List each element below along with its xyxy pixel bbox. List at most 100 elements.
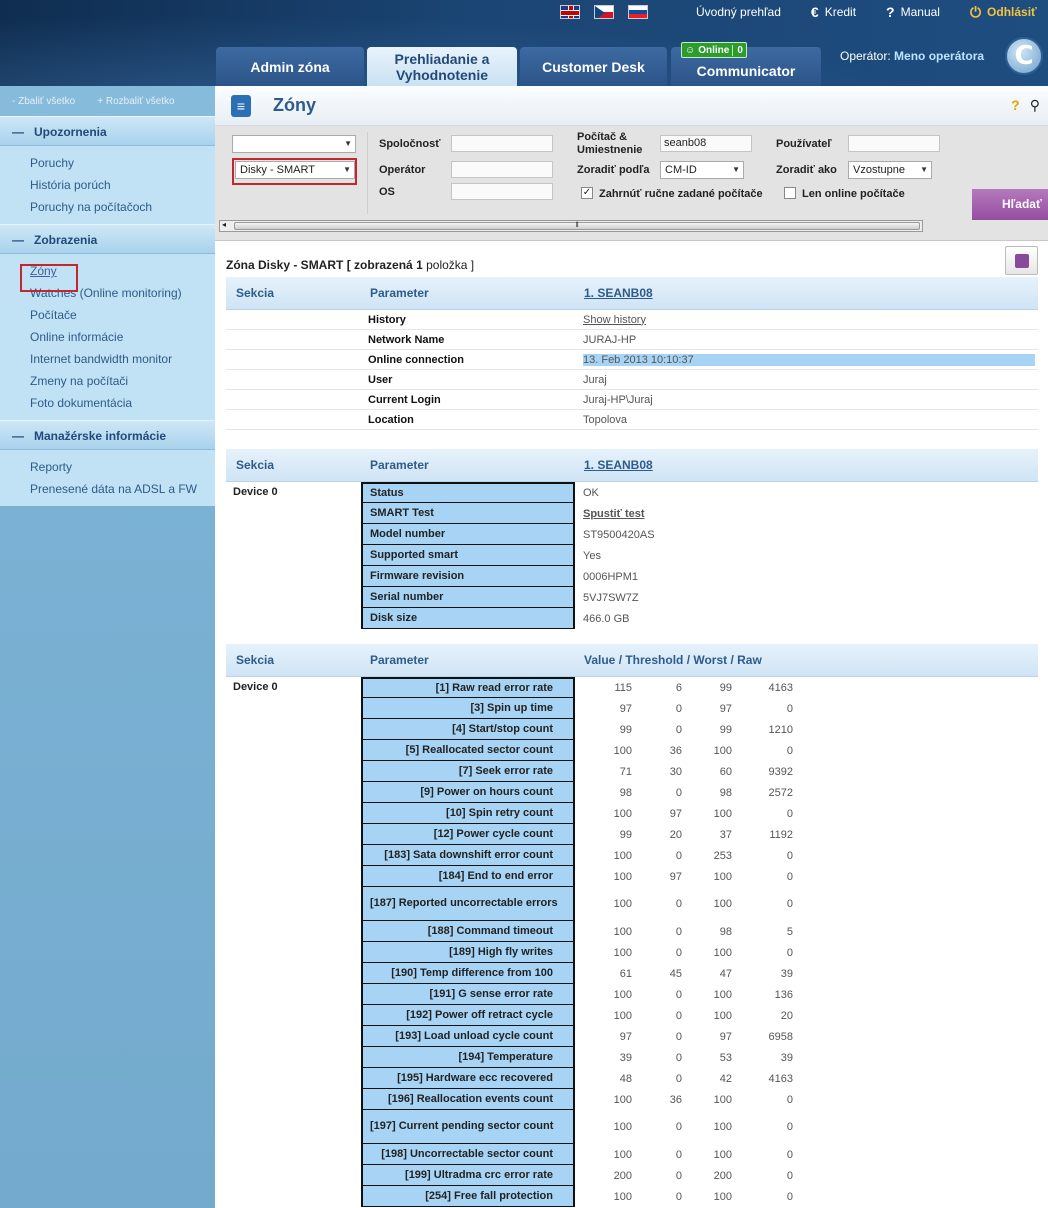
raw-cell: 6958 xyxy=(768,1030,793,1043)
header-computer[interactable]: 1. SEANB08 xyxy=(584,458,1038,472)
zone-group-select[interactable] xyxy=(232,135,356,153)
sort-by-select[interactable]: CM-ID xyxy=(660,161,744,179)
value-cell: 97 xyxy=(619,1030,632,1043)
worst-cell: 200 xyxy=(713,1169,732,1182)
uk-flag-icon[interactable] xyxy=(560,5,580,19)
section-cell xyxy=(226,1110,361,1114)
search-button[interactable]: Hľadať xyxy=(972,189,1048,220)
sidebar-item-reports[interactable]: Reporty xyxy=(0,456,215,478)
value-cell[interactable]: Show history xyxy=(583,314,1038,326)
section-views[interactable]: — Zobrazenia xyxy=(0,224,215,254)
sort-by-label: Zoradiť podľa xyxy=(577,164,650,176)
show-history-link[interactable]: Show history xyxy=(583,314,646,326)
logout-link[interactable]: ⏻ Odhlásiť xyxy=(970,4,1037,21)
parameter-cell: Serial number xyxy=(361,587,575,608)
section-cell xyxy=(226,608,361,612)
worst-cell: 253 xyxy=(713,849,732,862)
table-row: [254] Free fall protection 100 0 100 0 xyxy=(226,1186,1038,1207)
threshold-cell: 0 xyxy=(675,1190,682,1203)
section-title: Zobrazenia xyxy=(34,233,98,247)
save-icon[interactable] xyxy=(1005,246,1038,275)
horizontal-scrollbar[interactable]: ◂ ⦀ xyxy=(219,220,923,232)
os-label: OS xyxy=(379,186,395,198)
table-row: [193] Load unload cycle count 97 0 97 6958 xyxy=(226,1026,1038,1047)
section-cell xyxy=(226,921,361,925)
smart-test-link[interactable]: Spustiť test xyxy=(575,508,1038,520)
scrollbar-thumb[interactable]: ⦀ xyxy=(234,222,920,230)
section-cell xyxy=(226,845,361,849)
computer-link[interactable]: 1. SEANB08 xyxy=(584,458,653,472)
operator-label: Operátor: xyxy=(840,49,891,63)
cz-flag-icon[interactable] xyxy=(594,5,614,19)
value-cell: Juraj xyxy=(583,373,607,386)
raw-cell: 39 xyxy=(780,1051,793,1064)
sidebar-item-photo-docs[interactable]: Foto dokumentácia xyxy=(0,392,215,414)
header-section: Sekcia xyxy=(236,653,275,667)
online-only-checkbox[interactable] xyxy=(784,187,796,199)
tab-admin-zone[interactable]: Admin zóna xyxy=(216,47,364,86)
sidebar-item-online-info[interactable]: Online informácie xyxy=(0,326,215,348)
app-logo[interactable]: C xyxy=(1005,37,1043,75)
header-computer[interactable]: 1. SEANB08 xyxy=(584,286,1038,300)
help-icon[interactable]: ? xyxy=(1011,97,1020,114)
raw-cell: 39 xyxy=(780,967,793,980)
table-row: [10] Spin retry count 100 97 100 0 xyxy=(226,803,1038,824)
scroll-left-icon[interactable]: ◂ xyxy=(222,220,226,229)
sk-flag-icon[interactable] xyxy=(628,5,648,19)
section-management[interactable]: — Manažérske informácie xyxy=(0,420,215,450)
section-cell xyxy=(226,1068,361,1072)
worst-cell: 100 xyxy=(713,898,732,910)
value-cell: 100 xyxy=(613,849,632,862)
table-row: [192] Power off retract cycle 100 0 100 20 xyxy=(226,1005,1038,1026)
tab-customer-desk[interactable]: Customer Desk xyxy=(520,47,667,86)
sidebar-item-faults[interactable]: Poruchy xyxy=(0,152,215,174)
section-cell xyxy=(226,824,361,828)
value-cell: 48 xyxy=(619,1072,632,1085)
zone-shown-suffix: položka ] xyxy=(426,258,475,272)
table-row: [196] Reallocation events count 100 36 100 0 xyxy=(226,1089,1038,1110)
value-cell: 100 xyxy=(613,1093,632,1106)
threshold-cell: 0 xyxy=(675,1072,682,1085)
sidebar-item-computer-faults[interactable]: Poruchy na počítačoch xyxy=(0,196,215,218)
sidebar-item-fault-history[interactable]: História porúch xyxy=(0,174,215,196)
sort-order-select[interactable]: Vzostupne xyxy=(848,161,932,179)
computer-link[interactable]: 1. SEANB08 xyxy=(584,286,653,300)
threshold-cell: 0 xyxy=(675,1009,682,1022)
table-row: [9] Power on hours count 98 0 98 2572 xyxy=(226,782,1038,803)
manual-link[interactable]: ? Manual xyxy=(886,4,940,20)
threshold-cell: 36 xyxy=(669,1093,682,1106)
parameter-cell: [12] Power cycle count xyxy=(361,824,575,845)
tab-browse-evaluate[interactable]: Prehliadanie a Vyhodnotenie xyxy=(367,47,517,86)
main-content: ≡ Zóny ? ⚲ Disky - SMART Spoločnosť Oper… xyxy=(215,86,1048,1208)
user-input[interactable] xyxy=(848,135,940,152)
header-section: Sekcia xyxy=(236,458,275,472)
value-cell: 5VJ7SW7Z xyxy=(583,591,639,604)
table-row: [197] Current pending sector count 100 0 10… xyxy=(226,1110,1038,1144)
table-row: [191] G sense error rate 100 0 100 136 xyxy=(226,984,1038,1005)
table-row: [189] High fly writes 100 0 100 0 xyxy=(226,942,1038,963)
sidebar-item-adsl-fw[interactable]: Prenesené dáta na ADSL a FW xyxy=(0,478,215,500)
os-input[interactable] xyxy=(451,183,553,200)
sidebar-item-computers[interactable]: Počítače xyxy=(0,304,215,326)
credit-link[interactable]: € Kredit xyxy=(811,4,856,20)
table-row: [183] Sata downshift error count 100 0 253 0 xyxy=(226,845,1038,866)
parameter-cell: Location xyxy=(368,413,414,426)
table-row: [195] Hardware ecc recovered 48 0 42 4163 xyxy=(226,1068,1038,1089)
zones-page-icon: ≡ xyxy=(231,94,251,117)
expand-all-link[interactable]: + Rozbaliť všetko xyxy=(97,96,174,107)
tab-label: Admin zóna xyxy=(250,58,330,75)
raw-cell: 0 xyxy=(786,807,793,820)
user-icon: ☺ xyxy=(685,44,696,56)
expand-all-label: Rozbaliť všetko xyxy=(105,95,175,107)
overview-link[interactable]: Úvodný prehľad xyxy=(696,5,781,19)
sidebar-item-bandwidth[interactable]: Internet bandwidth monitor xyxy=(0,348,215,370)
logout-label: Odhlásiť xyxy=(987,5,1037,19)
operator-input[interactable] xyxy=(451,161,553,178)
computer-input[interactable]: seanb08 xyxy=(660,135,752,152)
collapse-all-link[interactable]: - Zbaliť všetko xyxy=(12,96,75,107)
sidebar-item-changes[interactable]: Zmeny na počítači xyxy=(0,370,215,392)
company-input[interactable] xyxy=(451,135,553,152)
section-alerts[interactable]: — Upozornenia xyxy=(0,116,215,146)
search-icon[interactable]: ⚲ xyxy=(1030,97,1040,114)
include-manual-checkbox[interactable]: ✓ xyxy=(581,187,593,199)
